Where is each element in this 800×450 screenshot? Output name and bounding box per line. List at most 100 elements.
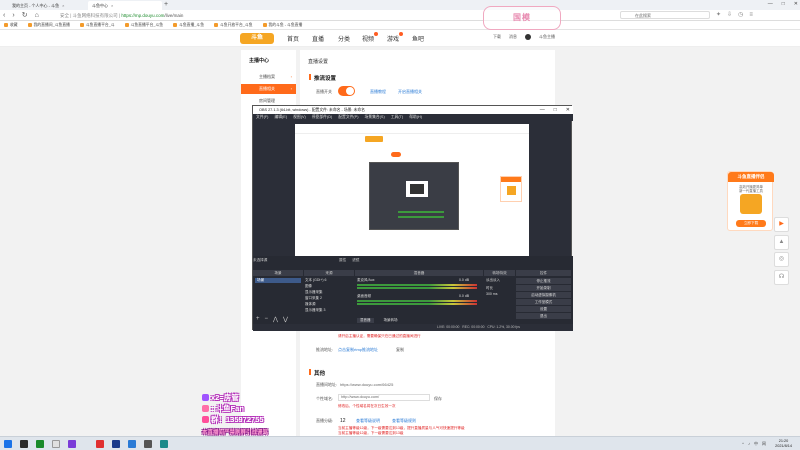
stop-stream-button[interactable]: 停止推流 [516, 278, 571, 284]
extension-icon[interactable]: ✦ [716, 11, 721, 20]
bookmark-item[interactable]: 我的斗鱼 - 斗鱼直播 [262, 23, 302, 28]
properties-button[interactable]: 属性 [339, 258, 346, 263]
taskbar-app-icon[interactable] [52, 440, 60, 448]
browser-search-input[interactable]: 在此搜索 [620, 11, 710, 19]
copy-button[interactable]: 复制 [396, 347, 404, 353]
settings-button[interactable]: 设置 [516, 306, 571, 312]
taskbar-app-icon[interactable] [128, 440, 136, 448]
network-icon[interactable]: 网 [762, 441, 766, 447]
save-button[interactable]: 保存 [434, 396, 442, 402]
obs-menu-tools[interactable]: 工具(T) [391, 114, 403, 121]
headset-icon[interactable]: ☊ [774, 270, 789, 285]
start-recording-button[interactable]: 开始录制 [516, 285, 571, 291]
obs-menu-edit[interactable]: 编辑(E) [274, 114, 287, 121]
bookmark-item[interactable]: 收藏 [4, 23, 18, 28]
link-level-info[interactable]: 查看等级说明 [356, 418, 380, 424]
nav-live[interactable]: 直播 [312, 34, 324, 43]
browser-tab[interactable]: 我的主页 - 个人中心 - 斗鱼 × [8, 1, 88, 10]
refresh-icon[interactable]: ↻ [22, 11, 28, 20]
tab-mixer[interactable]: 混音器 [357, 318, 374, 323]
taskbar-app-icon[interactable] [144, 440, 152, 448]
home-icon[interactable]: ⌂ [35, 11, 39, 20]
tray-expand-icon[interactable]: ^ [742, 441, 744, 447]
source-item[interactable]: 图像 [305, 284, 312, 289]
sidebar-item-live[interactable]: 直播相关 › [241, 84, 296, 94]
obs-menu-file[interactable]: 文件(F) [256, 114, 268, 121]
bookmark-item[interactable]: 我的直播间_斗鱼直播 [27, 23, 70, 28]
down-icon[interactable]: ⋁ [283, 316, 288, 323]
download-link[interactable]: 下载 [493, 34, 501, 40]
maximize-icon[interactable]: □ [554, 106, 557, 114]
tab-transitions[interactable]: 场景转场 [384, 318, 398, 323]
nav-fishbar[interactable]: 鱼吧 [412, 34, 424, 43]
username[interactable]: 斗鱼主播 [539, 34, 555, 40]
maximize-icon[interactable]: □ [782, 1, 785, 7]
link-tutorial[interactable]: 直播教程 [370, 89, 386, 95]
back-icon[interactable]: ‹ [3, 11, 5, 20]
obs-menu-scenes[interactable]: 场景集合(S) [364, 114, 384, 121]
close-window-icon[interactable]: ✕ [794, 1, 798, 7]
taskbar-app-icon[interactable] [20, 440, 28, 448]
forward-icon[interactable]: › [12, 11, 14, 20]
taskbar-app-icon[interactable] [112, 440, 120, 448]
add-icon[interactable]: + [256, 316, 260, 323]
close-icon[interactable]: × [62, 3, 64, 8]
minimize-icon[interactable]: — [540, 106, 545, 114]
settings-icon[interactable]: ◎ [774, 252, 789, 267]
studio-mode-button[interactable]: 工作室模式 [516, 299, 571, 305]
source-item[interactable]: 显示器采集 3 [305, 308, 325, 313]
transition-duration-input[interactable]: 300 ms [486, 292, 497, 296]
back-to-top-icon[interactable]: ▲ [774, 235, 789, 250]
taskbar-app-icon[interactable] [68, 440, 76, 448]
avatar[interactable] [525, 34, 531, 40]
scene-item[interactable]: 场景 [255, 278, 301, 283]
link-live-related[interactable]: 开启直播相关 [398, 89, 422, 95]
promo-download-button[interactable]: 立即下载 [736, 220, 766, 227]
sidebar-item-profile[interactable]: 主播档案 › [241, 72, 296, 82]
play-icon[interactable]: ▶ [774, 217, 789, 232]
clock[interactable]: 21:20 2021/8/14 [775, 439, 792, 448]
obs-menu-profile[interactable]: 配置文件(P) [338, 114, 358, 121]
obs-menu-help[interactable]: 帮助(H) [409, 114, 422, 121]
obs-menu-docks[interactable]: 停靠部件(D) [312, 114, 332, 121]
nav-video[interactable]: 视频 [362, 32, 379, 43]
start-icon[interactable] [4, 440, 12, 448]
link-level-rules[interactable]: 查看等级规则 [392, 418, 416, 424]
remove-icon[interactable]: − [265, 316, 269, 323]
site-logo[interactable]: 斗鱼 [240, 33, 274, 44]
source-item[interactable]: 显示器采集 [305, 290, 323, 295]
ime-icon[interactable]: 中 [754, 441, 758, 447]
obs-preview[interactable] [295, 124, 529, 256]
obs-menu-view[interactable]: 视图(V) [293, 114, 306, 121]
new-tab-button[interactable]: + [164, 1, 168, 9]
live-switch-toggle[interactable] [338, 86, 355, 96]
history-icon[interactable]: ◷ [738, 11, 743, 20]
minimize-icon[interactable]: — [768, 1, 773, 7]
download-icon[interactable]: ⇩ [727, 11, 732, 20]
bookmark-item[interactable]: 斗鱼直播_斗鱼 [173, 23, 204, 28]
bookmark-item[interactable]: 斗鱼直播平台_斗鱼 [124, 23, 163, 28]
bookmark-item[interactable]: 斗鱼直播平台_斗 [79, 23, 115, 28]
close-icon[interactable]: × [111, 3, 113, 8]
menu-icon[interactable]: ≡ [749, 11, 753, 20]
source-item[interactable]: 文本 (GDI+) 6 [305, 278, 327, 283]
up-icon[interactable]: ⋀ [273, 316, 278, 323]
nav-category[interactable]: 分类 [338, 34, 350, 43]
bookmark-item[interactable]: 斗鱼开放平台_斗鱼 [214, 23, 253, 28]
push-url-link[interactable]: 点击复制rtmp推流地址 [338, 347, 378, 353]
close-icon[interactable]: ✕ [566, 106, 570, 114]
transition-select[interactable]: 淡出淡入 [486, 278, 500, 283]
taskbar-app-icon[interactable] [36, 440, 44, 448]
exit-button[interactable]: 退出 [516, 313, 571, 319]
source-item[interactable]: 媒体源 [305, 302, 316, 307]
browser-tab-active[interactable]: 斗鱼中心 × [88, 1, 162, 10]
volume-icon[interactable]: ♪ [748, 441, 750, 447]
filters-button[interactable]: 滤镜 [352, 258, 359, 263]
virtual-camera-button[interactable]: 启动虚拟摄像机 [516, 292, 571, 298]
nav-home[interactable]: 首页 [287, 34, 299, 43]
messages-link[interactable]: 消息 [509, 34, 517, 40]
taskbar-app-icon[interactable] [96, 440, 104, 448]
custom-url-input[interactable]: http://www.douyu.com/ [338, 394, 430, 401]
nav-games[interactable]: 游戏 [387, 32, 404, 43]
source-item[interactable]: 窗口采集 2 [305, 296, 322, 301]
